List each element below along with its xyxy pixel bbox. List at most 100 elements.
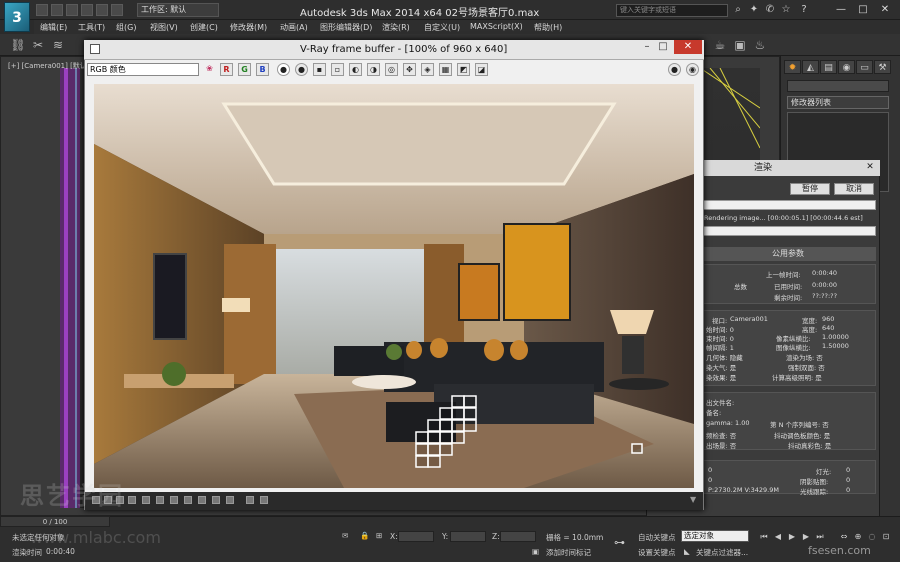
save-file-icon[interactable]: [66, 4, 78, 16]
play-icon[interactable]: ▶: [786, 531, 798, 542]
add-time-tag[interactable]: 添加时间标记: [546, 547, 591, 558]
key-mode-icon[interactable]: ⇔: [838, 531, 850, 542]
display-tab-icon[interactable]: ▭: [856, 60, 873, 74]
mono-channel-icon[interactable]: ●: [295, 63, 308, 76]
orbit-icon[interactable]: ◌: [866, 531, 878, 542]
app-logo[interactable]: 3: [4, 2, 30, 32]
star-icon[interactable]: ☆: [779, 3, 793, 17]
auto-key-button[interactable]: 自动关键点: [638, 532, 676, 543]
key-filters-button[interactable]: 关键点过滤器...: [696, 547, 748, 558]
modify-tab-icon[interactable]: ◭: [802, 60, 819, 74]
maximize-viewport-icon[interactable]: ⊡: [880, 531, 892, 542]
clear-image-icon[interactable]: ◐: [349, 63, 362, 76]
color-picker-icon[interactable]: ❀: [203, 63, 216, 76]
maximize-icon[interactable]: □: [852, 2, 874, 17]
y-coord-field[interactable]: [450, 531, 486, 542]
vfb-maximize-icon[interactable]: □: [656, 40, 670, 54]
prev-frame-icon[interactable]: ◀: [772, 531, 784, 542]
goto-start-icon[interactable]: ⏮: [758, 531, 770, 542]
save-image-icon[interactable]: ▪: [313, 63, 326, 76]
render-setup-icon[interactable]: ☕: [712, 37, 728, 53]
render-dialog-close-icon[interactable]: ✕: [860, 160, 880, 175]
zoom-icon[interactable]: ⊕: [852, 531, 864, 542]
menu-animation[interactable]: 动画(A): [280, 22, 308, 33]
lock-selection-icon[interactable]: 🔒: [360, 531, 369, 540]
stop-render-icon[interactable]: ●: [668, 63, 681, 76]
isolate-icon[interactable]: ✉: [342, 531, 348, 540]
create-tab-icon[interactable]: ✹: [784, 60, 801, 74]
rendered-frame-icon[interactable]: ▣: [732, 37, 748, 53]
unlink-icon[interactable]: ✂: [30, 37, 46, 53]
vfb-curves-icon[interactable]: [156, 496, 164, 504]
green-channel-button[interactable]: G: [238, 63, 251, 76]
key-filter-dropdown[interactable]: 选定对象: [681, 530, 749, 542]
menu-group[interactable]: 组(G): [116, 22, 136, 33]
menu-modifiers[interactable]: 修改器(M): [230, 22, 267, 33]
blue-channel-button[interactable]: B: [256, 63, 269, 76]
hierarchy-tab-icon[interactable]: ▤: [820, 60, 837, 74]
undo-icon[interactable]: [81, 4, 93, 16]
motion-tab-icon[interactable]: ◉: [838, 60, 855, 74]
duplicate-icon[interactable]: ◑: [367, 63, 380, 76]
next-frame-icon[interactable]: ▶: [800, 531, 812, 542]
track-mouse-icon[interactable]: ◎: [385, 63, 398, 76]
common-params-header[interactable]: 公用参数: [700, 247, 876, 261]
vfb-levels-icon[interactable]: [142, 496, 150, 504]
bind-spacewarp-icon[interactable]: ≋: [50, 37, 66, 53]
binoculars-icon[interactable]: ⌕: [731, 3, 745, 17]
minimize-icon[interactable]: —: [830, 2, 852, 17]
close-icon[interactable]: ✕: [874, 2, 896, 17]
absolute-mode-icon[interactable]: ⊞: [376, 531, 382, 540]
menu-rendering[interactable]: 渲染(R): [382, 22, 410, 33]
time-slider[interactable]: 0 / 100: [0, 516, 110, 527]
x-coord-field[interactable]: [398, 531, 434, 542]
menu-help[interactable]: 帮助(H): [534, 22, 562, 33]
help-icon[interactable]: ?: [797, 3, 811, 17]
menu-create[interactable]: 创建(C): [190, 22, 218, 33]
vfb-minimize-icon[interactable]: –: [640, 40, 654, 54]
region-render-icon[interactable]: ✥: [403, 63, 416, 76]
modifier-list-dropdown[interactable]: 修改器列表: [787, 96, 889, 109]
vfb-ocio-icon[interactable]: [198, 496, 206, 504]
vfb-expand-icon[interactable]: ▼: [690, 496, 698, 504]
search-input[interactable]: 键入关键字或短语: [616, 4, 728, 17]
key-icon[interactable]: ⊶: [614, 536, 625, 549]
pixel-info-icon[interactable]: ◪: [475, 63, 488, 76]
load-image-icon[interactable]: ▫: [331, 63, 344, 76]
vfb-icc-icon[interactable]: [226, 496, 234, 504]
subscription-icon[interactable]: ✦: [747, 3, 761, 17]
channel-dropdown[interactable]: RGB 颜色: [87, 63, 199, 76]
workspace-dropdown[interactable]: 工作区: 默认: [137, 3, 219, 17]
menu-graph-editors[interactable]: 图形编辑器(D): [320, 22, 372, 33]
red-channel-button[interactable]: R: [220, 63, 233, 76]
render-production-icon[interactable]: ♨: [752, 37, 768, 53]
redo-icon[interactable]: [96, 4, 108, 16]
vfb-compare-icon[interactable]: [260, 496, 268, 504]
add-time-tag-icon[interactable]: ▣: [532, 547, 539, 556]
menu-edit[interactable]: 编辑(E): [40, 22, 67, 33]
menu-tools[interactable]: 工具(T): [78, 22, 105, 33]
key-filter-icon[interactable]: ◣: [684, 547, 690, 556]
vfb-lut-icon[interactable]: [184, 496, 192, 504]
object-name-field[interactable]: [787, 80, 889, 92]
vfb-close-icon[interactable]: ✕: [674, 40, 702, 54]
vfb-exposure-icon[interactable]: [128, 496, 136, 504]
show-corrections-icon[interactable]: ▦: [439, 63, 452, 76]
set-key-button[interactable]: 设置关键点: [638, 547, 676, 558]
render-icon[interactable]: ◉: [686, 63, 699, 76]
alpha-channel-icon[interactable]: ●: [277, 63, 290, 76]
menu-customize[interactable]: 自定义(U): [424, 22, 460, 33]
link-icon[interactable]: ⛓: [10, 37, 26, 53]
menu-views[interactable]: 视图(V): [150, 22, 178, 33]
vfb-bg-image-icon[interactable]: [170, 496, 178, 504]
vfb-srgb-icon[interactable]: [246, 496, 254, 504]
hold-icon[interactable]: [111, 4, 123, 16]
rendered-image[interactable]: [94, 84, 694, 488]
community-icon[interactable]: ✆: [763, 3, 777, 17]
vfb-hsv-icon[interactable]: [212, 496, 220, 504]
z-coord-field[interactable]: [500, 531, 536, 542]
link-to-vfb-icon[interactable]: ◈: [421, 63, 434, 76]
lens-effects-icon[interactable]: ◩: [457, 63, 470, 76]
utilities-tab-icon[interactable]: ⚒: [874, 60, 891, 74]
new-file-icon[interactable]: [36, 4, 48, 16]
